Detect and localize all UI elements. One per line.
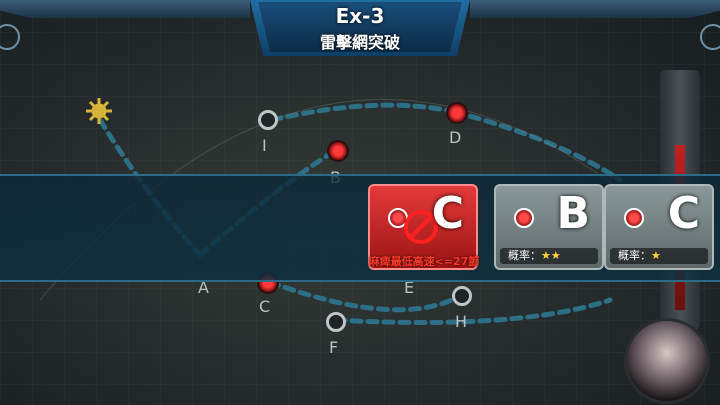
- probability-label: 概率：: [508, 249, 541, 262]
- map-node-i[interactable]: [258, 110, 278, 130]
- route-d-east: [452, 109, 623, 183]
- node-label-f: F: [329, 338, 339, 357]
- map-title: Ex-3: [335, 4, 385, 28]
- node-label-i: I: [262, 136, 267, 155]
- corner-gear-right-icon: [700, 24, 720, 50]
- map-subtitle: 雷擊網突破: [319, 33, 400, 52]
- map-node-b[interactable]: [327, 140, 349, 162]
- route-choice-letter: C: [431, 188, 464, 239]
- route-choice-c[interactable]: C 概率：★: [604, 184, 714, 270]
- probability-stars-icon: ★★: [541, 249, 561, 262]
- node-label-d: D: [449, 128, 462, 147]
- map-header: Ex-3 雷擊網突破: [250, 0, 470, 56]
- probability-bar: 概率：★★: [500, 248, 598, 264]
- probability-bar: 概率：★: [610, 248, 708, 264]
- route-choice-letter: B: [556, 188, 590, 239]
- map-node-d[interactable]: [446, 102, 468, 124]
- start-node-icon: [86, 98, 112, 124]
- node-marker-icon: [514, 208, 534, 228]
- route-choice-letter: C: [667, 188, 700, 239]
- node-label-c: C: [259, 297, 271, 316]
- probability-label: 概率：: [618, 249, 651, 262]
- header-wing-right: [470, 0, 720, 18]
- node-marker-icon: [624, 208, 644, 228]
- map-node-h[interactable]: [452, 286, 472, 306]
- route-choice-b[interactable]: B 概率：★★: [494, 184, 604, 270]
- route-condition-caption: 麻痺最低高速<=27節: [368, 255, 480, 268]
- secretary-avatar[interactable]: [624, 318, 710, 404]
- probability-stars-icon: ★: [651, 249, 661, 262]
- node-label-h: H: [455, 312, 468, 331]
- header-wing-left: [0, 0, 250, 18]
- route-c-h: [267, 279, 465, 313]
- compass-icon: [86, 98, 112, 124]
- route-f-arc: [333, 297, 613, 325]
- route-i-d: [269, 102, 458, 123]
- sortie-map-screen: I D B A C E H F Ex-3 雷擊網突破 C 麻痺最低高速<=27節…: [0, 0, 720, 405]
- map-node-f[interactable]: [326, 312, 346, 332]
